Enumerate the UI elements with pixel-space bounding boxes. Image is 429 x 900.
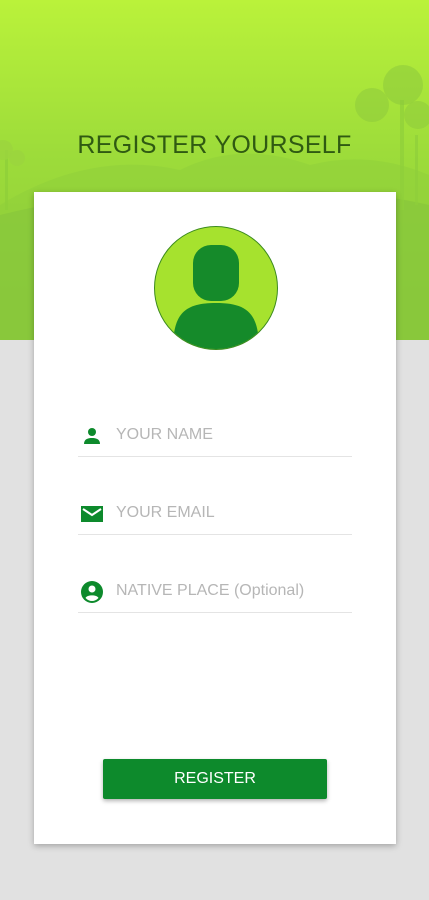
email-input[interactable] bbox=[116, 498, 352, 528]
person-icon bbox=[84, 428, 100, 444]
account-circle-icon bbox=[81, 581, 103, 603]
page-title: REGISTER YOURSELF bbox=[77, 130, 352, 159]
name-input[interactable] bbox=[116, 420, 352, 450]
name-field[interactable] bbox=[78, 412, 352, 457]
person-silhouette-icon bbox=[173, 245, 259, 349]
registration-card: REGISTER bbox=[34, 192, 396, 844]
email-field[interactable] bbox=[78, 490, 352, 535]
mail-icon bbox=[81, 506, 103, 522]
native-place-field[interactable] bbox=[78, 568, 352, 613]
register-button[interactable]: REGISTER bbox=[103, 759, 327, 799]
profile-avatar[interactable] bbox=[154, 226, 278, 350]
native-place-input[interactable] bbox=[116, 576, 352, 606]
